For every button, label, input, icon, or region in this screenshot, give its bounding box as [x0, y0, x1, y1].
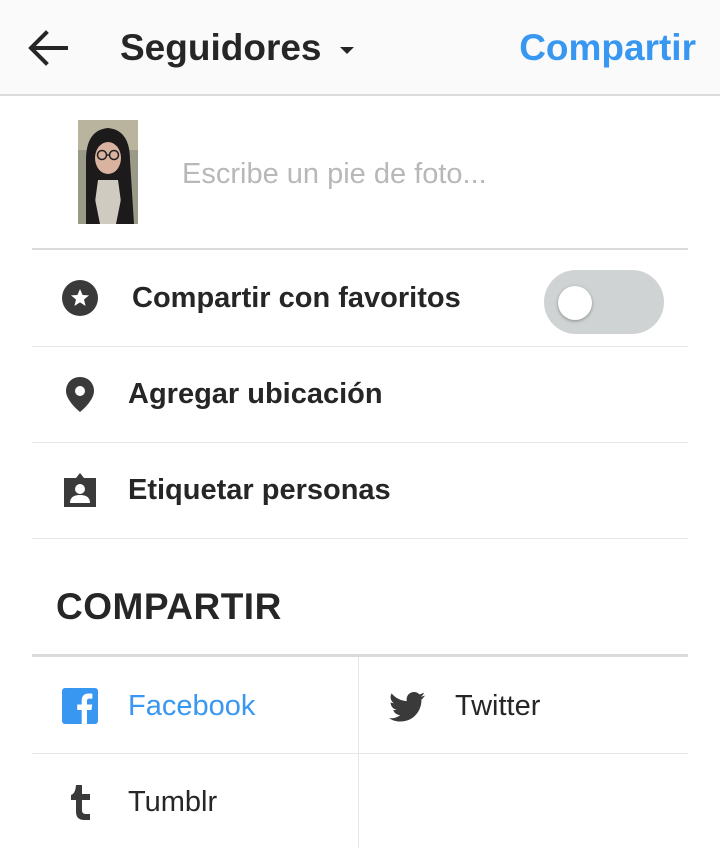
twitter-icon	[389, 692, 425, 722]
share-tumblr[interactable]: Tumblr	[32, 754, 358, 850]
location-pin-icon	[66, 377, 94, 412]
share-facebook[interactable]: Facebook	[32, 658, 358, 754]
add-location-row[interactable]: Agregar ubicación	[32, 346, 688, 443]
facebook-icon	[62, 688, 98, 724]
star-circle-icon	[62, 280, 98, 316]
tumblr-label: Tumblr	[128, 786, 218, 818]
caption-row	[32, 98, 688, 250]
facebook-label: Facebook	[128, 690, 256, 722]
tag-people-row[interactable]: Etiquetar personas	[32, 442, 688, 539]
page-title: Seguidores	[120, 27, 322, 68]
favorites-row[interactable]: Compartir con favoritos	[32, 250, 688, 347]
top-bar: Seguidores Compartir	[0, 0, 720, 96]
audience-dropdown[interactable]: Seguidores	[120, 24, 354, 72]
back-button[interactable]	[26, 28, 70, 68]
favorites-toggle[interactable]	[544, 270, 664, 334]
photo-thumbnail	[78, 120, 138, 224]
share-section-heading: COMPARTIR	[56, 586, 282, 627]
tag-person-icon	[64, 473, 96, 507]
favorites-label: Compartir con favoritos	[132, 282, 461, 314]
add-location-label: Agregar ubicación	[128, 378, 383, 410]
share-twitter[interactable]: Twitter	[359, 658, 688, 754]
arrow-left-icon	[28, 30, 68, 66]
toggle-knob	[558, 286, 592, 320]
twitter-label: Twitter	[455, 690, 541, 722]
tumblr-icon	[71, 785, 90, 820]
divider	[32, 654, 688, 657]
tag-people-label: Etiquetar personas	[128, 474, 391, 506]
caption-input[interactable]	[182, 150, 662, 198]
share-button[interactable]: Compartir	[519, 24, 696, 72]
chevron-down-icon	[339, 46, 354, 54]
